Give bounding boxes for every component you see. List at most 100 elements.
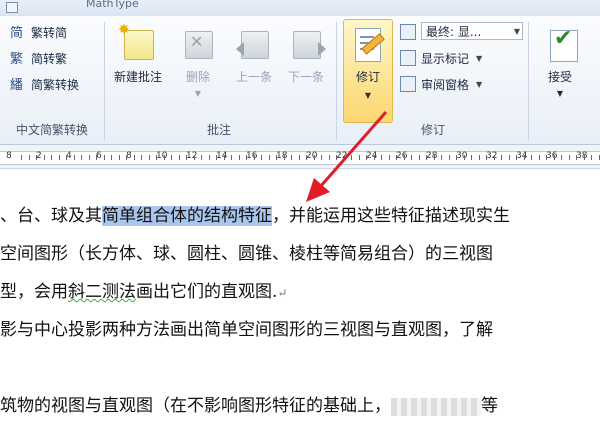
previous-comment-icon: [236, 26, 272, 62]
ruler-tick: [306, 155, 307, 160]
svg-text:简: 简: [10, 25, 23, 40]
ruler-tick: [486, 155, 487, 160]
ruler-number: 20: [306, 151, 318, 161]
previous-comment-button[interactable]: 上一条: [226, 22, 282, 108]
chevron-down-icon: ▼: [476, 79, 483, 89]
new-comment-button[interactable]: ✸ 新建批注: [110, 22, 166, 108]
ruler-tick: [471, 155, 472, 160]
ruler-tick: [389, 155, 390, 160]
traditional-to-simplified-icon: 简: [10, 24, 26, 41]
text-line-1[interactable]: 、台、球及其简单组合体的结构特征，并能运用这些特征描述现实生: [0, 201, 510, 226]
document-body[interactable]: 、台、球及其简单组合体的结构特征，并能运用这些特征描述现实生 空间图形（长方体、…: [0, 170, 600, 424]
ruler-tick: [374, 155, 375, 160]
text-line-2[interactable]: 空间图形（长方体、球、圆柱、圆锥、棱柱等简易组合）的三视图: [0, 239, 493, 264]
ruler-tick: [21, 155, 22, 160]
simplified-to-traditional-button[interactable]: 繁 简转繁: [10, 48, 67, 68]
ruler-tick: [194, 155, 195, 160]
ruler-tick: [246, 155, 247, 160]
ruler-tick: [501, 155, 502, 160]
text-line-4[interactable]: 影与中心投影两种方法画出简单空间图形的三视图与直观图，了解: [0, 315, 493, 340]
selected-text[interactable]: 简单组合体的结构特征: [102, 206, 272, 226]
ruler-tick: [419, 155, 420, 160]
ruler-tick: [411, 155, 412, 160]
horizontal-ruler[interactable]: 8 2 4 6 8 10 12 14 16 18 20 22 24 26 28 30 32 34 36 38: [0, 145, 600, 169]
chinese-conversion-group: 简 繁转简 繁 简转繁 繙 简繁转换 中文简繁转换: [0, 16, 104, 144]
mathtype-tab[interactable]: MathType: [86, 0, 139, 10]
conversion-button[interactable]: 繙 简繁转换: [10, 74, 79, 94]
quick-access-icon[interactable]: [6, 2, 18, 13]
ruler-tick: [44, 155, 45, 160]
display-for-review-combo[interactable]: 最终: 显... ▼: [421, 22, 523, 40]
ruler-bar: [0, 151, 600, 165]
next-comment-button[interactable]: 下一条: [278, 22, 334, 108]
final-display-control[interactable]: [400, 22, 416, 42]
chevron-down-icon: ▼: [364, 91, 372, 100]
accept-icon: ✔: [542, 26, 578, 62]
chevron-down-icon: ▼: [476, 53, 483, 63]
track-changes-button[interactable]: 修订 ▼: [343, 19, 393, 123]
ruler-tick: [434, 155, 435, 160]
traditional-to-simplified-button[interactable]: 简 繁转简: [10, 22, 67, 42]
ruler-tick: [314, 155, 315, 160]
text-line-5[interactable]: 筑物的视图与直观图（在不影响图形特征的基础上，等: [0, 391, 498, 416]
delete-comment-button[interactable]: ✕ 删除 ▼: [170, 22, 226, 108]
simplified-to-traditional-icon: 繁: [10, 50, 26, 67]
ruler-tick: [456, 155, 457, 160]
tracking-group-label: 修订: [420, 123, 445, 137]
paragraph-mark: ↵: [277, 286, 288, 300]
ruler-tick: [66, 155, 67, 160]
delete-comment-icon: ✕: [180, 26, 216, 62]
ruler-tick: [134, 155, 135, 160]
ruler-tick: [359, 155, 360, 160]
ruler-tick: [126, 155, 127, 160]
ruler-number: 32: [486, 151, 498, 161]
ruler-tick: [201, 155, 202, 160]
ruler-tick: [441, 155, 442, 160]
ruler-tick: [171, 155, 172, 160]
ruler-tick: [299, 155, 300, 160]
ruler-tick: [141, 155, 142, 160]
ruler-tick: [381, 155, 382, 160]
show-markup-icon: [400, 50, 416, 66]
ruler-number: 34: [516, 151, 528, 161]
ruler-tick: [366, 155, 367, 160]
track-changes-icon: [351, 26, 385, 64]
next-comment-icon: [288, 26, 326, 62]
ruler-number: 28: [426, 151, 438, 161]
ruler-tick: [336, 155, 337, 160]
ruler-tick: [111, 155, 112, 160]
review-pane-button[interactable]: 审阅窗格 ▼: [400, 74, 482, 94]
ruler-tick: [449, 155, 450, 160]
ruler-tick: [426, 155, 427, 160]
ruler-tick: [216, 155, 217, 160]
conversion-icon: 繙: [10, 76, 26, 93]
ruler-tick: [396, 155, 397, 160]
ruler-tick: [149, 155, 150, 160]
ruler-tick: [321, 155, 322, 160]
accept-button[interactable]: ✔ 接受 ▼: [532, 22, 588, 108]
blurred-text: [391, 397, 441, 416]
ruler-number: 16: [246, 151, 258, 161]
ruler-tick: [546, 155, 547, 160]
ruler-tick: [51, 155, 52, 160]
ruler-tick: [539, 155, 540, 160]
ruler-tick: [344, 155, 345, 160]
display-for-review-icon: [400, 24, 416, 40]
blurred-text: [441, 397, 481, 416]
new-comment-icon: ✸: [118, 22, 156, 62]
ruler-tick: [329, 155, 330, 160]
show-markup-button[interactable]: 显示标记 ▼: [400, 48, 482, 68]
ruler-tick: [89, 155, 90, 160]
ruler-tick: [59, 155, 60, 160]
ruler-tick: [29, 155, 30, 160]
ruler-tick: [239, 155, 240, 160]
grammar-flagged-text[interactable]: 斜二测法: [68, 282, 136, 302]
text-line-3[interactable]: 型，会用斜二测法画出它们的直观图.↵: [0, 277, 287, 302]
ruler-tick: [74, 155, 75, 160]
ruler-tick: [351, 155, 352, 160]
ruler-tick: [584, 155, 585, 160]
ruler-tick: [479, 155, 480, 160]
ruler-tick: [261, 155, 262, 160]
ruler-tick: [561, 155, 562, 160]
title-strip: MathType: [0, 0, 600, 17]
